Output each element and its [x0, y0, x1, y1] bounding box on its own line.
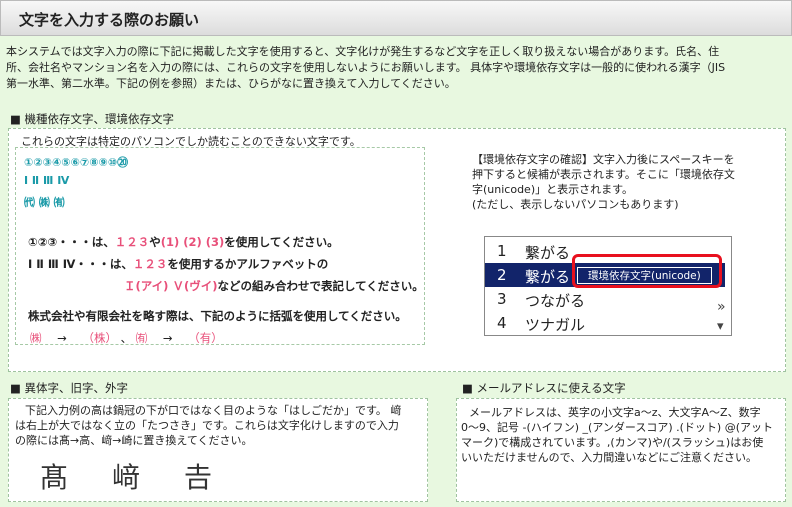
kanji-example: 𠮷: [184, 461, 213, 494]
note-line: 【環境依存文字の確認】文字入力後にスペースキーを: [472, 153, 735, 166]
rule-text: を使用するかアルファベットの: [167, 257, 329, 271]
candidate-word: 繋がる: [525, 268, 571, 286]
rule-text: ①②③・・・は、: [28, 235, 115, 249]
text-line: いいただけませんので、入力間違いなどにご注意ください。: [461, 451, 758, 464]
more-candidates-icon[interactable]: »: [717, 299, 726, 315]
rule-circled-numbers: ①②③・・・は、１２３や(1) (2) (3)を使用してください。: [28, 234, 339, 250]
roman-numerals-example: Ⅰ Ⅱ Ⅲ Ⅳ: [24, 174, 70, 187]
variant-chars-text: 下記入力例の高は鍋冠の下が口ではなく目のような「はしごだか」です。 﨑 は右上が…: [15, 403, 425, 448]
circled-numbers-example: ①②③④⑤⑥⑦⑧⑨⑩⑳: [24, 156, 129, 169]
text-line: メールアドレスは、英字の小文字a〜z、大文字A〜Z、数字: [469, 406, 761, 419]
candidate-number: 3: [497, 290, 507, 308]
rule-corp-example: ㈱ → （株） 、 ㈲ → （有）: [30, 330, 223, 346]
note-line: 字(unicode)」と表示されます。: [472, 183, 634, 196]
candidate-word: つながる: [525, 292, 586, 310]
rule-highlight: １２３: [132, 257, 168, 271]
candidate-word: ツナガル: [525, 316, 586, 334]
rule-highlight: （株）: [82, 331, 117, 345]
rule-text: などの組み合わせで表記してください。: [217, 279, 424, 293]
candidate-word: 繋がる: [525, 244, 571, 262]
section-heading-variant-chars: ■ 異体字、旧字、外字: [10, 381, 129, 395]
intro-text: 本システムでは文字入力の際に下記に掲載した文字を使用すると、文字化けが発生するな…: [6, 44, 792, 92]
variant-chars-box: 下記入力例の高は鍋冠の下が口ではなく目のような「はしごだか」です。 﨑 は右上が…: [8, 398, 428, 502]
unicode-check-note: 【環境依存文字の確認】文字入力後にスペースキーを 押下すると候補が表示されます。…: [472, 152, 782, 212]
highlight-frame: [572, 254, 722, 288]
intro-line: 所、会社名やマンション名を入力の際には、これらの文字を使用しないようにお願いしま…: [6, 61, 726, 74]
dependent-chars-examples: ①②③④⑤⑥⑦⑧⑨⑩⑳ Ⅰ Ⅱ Ⅲ Ⅳ ㈹ ㈱ ㈲ ①②③・・・は、１２３や(1…: [15, 147, 425, 345]
arrow: →: [162, 331, 173, 345]
text-line: 0〜9、記号 -(ハイフン) _(アンダースコア) .(ドット) @(アット: [461, 421, 773, 434]
note-line: (ただし、表示しないパソコンもあります): [472, 198, 679, 211]
section-heading-dependent-chars: ■ 機種依存文字、環境依存文字: [10, 112, 175, 126]
rule-highlight: ㈱: [30, 331, 42, 345]
title-bar: 文字を入力する際のお願い: [0, 0, 792, 36]
arrow: →: [57, 331, 67, 345]
text-line: の際には髙→高、﨑→崎に置き換えてください。: [15, 434, 253, 447]
intro-line: 第一水準、第二水準。下記の例を参照）または、ひらがなに置き換えて入力してください…: [6, 77, 456, 90]
rule-highlight: Ｉ(アイ) Ｖ(ヴイ): [124, 279, 218, 293]
section-heading-email-chars: ■ メールアドレスに使える文字: [462, 381, 626, 395]
rule-highlight: (1) (2) (3): [160, 235, 225, 249]
kanji-example: 髙: [40, 461, 69, 494]
text-line: マーク)で構成されています。,(カンマ)や/(スラッシュ)はお使: [461, 436, 764, 449]
candidate-number: 2: [497, 266, 507, 284]
rule-highlight: １２３: [114, 235, 150, 249]
rule-highlight: ㈲: [135, 331, 148, 345]
text-line: 下記入力例の高は鍋冠の下が口ではなく目のような「はしごだか」です。 﨑: [25, 404, 402, 417]
ime-candidate[interactable]: 3 つながる: [485, 287, 725, 311]
rule-corp-abbrev: 株式会社や有限会社を略す際は、下記のように括弧を使用してください。: [28, 309, 407, 323]
email-chars-box: メールアドレスは、英字の小文字a〜z、大文字A〜Z、数字 0〜9、記号 -(ハイ…: [456, 398, 786, 502]
chevron-down-icon[interactable]: ▾: [717, 319, 724, 334]
rule-text: を使用してください。: [224, 235, 339, 249]
rule-roman-numerals: Ⅰ Ⅱ Ⅲ Ⅳ・・・は、１２３を使用するかアルファベットの: [28, 256, 328, 272]
corp-abbrev-example: ㈹ ㈱ ㈲: [24, 196, 65, 209]
ime-candidate[interactable]: 4 ツナガル: [485, 311, 725, 335]
separator: 、: [120, 331, 133, 345]
candidate-number: 1: [497, 242, 507, 260]
page-title: 文字を入力する際のお願い: [19, 11, 200, 29]
rule-text: Ⅰ Ⅱ Ⅲ Ⅳ・・・は、: [28, 257, 133, 271]
text-line: は右上が大ではなく立の「たつさき」です。これらは文字化けしますので入力: [15, 419, 399, 432]
candidate-number: 4: [497, 314, 507, 332]
rule-highlight: （有）: [188, 331, 223, 345]
note-line: 押下すると候補が表示されます。そこに「環境依存文: [472, 168, 735, 181]
rule-text: や: [149, 235, 161, 249]
intro-line: 本システムでは文字入力の際に下記に掲載した文字を使用すると、文字化けが発生するな…: [6, 45, 720, 58]
rule-alphabet: Ｉ(アイ) Ｖ(ヴイ)などの組み合わせで表記してください。: [124, 278, 424, 294]
email-chars-text: メールアドレスは、英字の小文字a〜z、大文字A〜Z、数字 0〜9、記号 -(ハイ…: [461, 405, 783, 465]
kanji-example: 﨑: [112, 461, 141, 494]
